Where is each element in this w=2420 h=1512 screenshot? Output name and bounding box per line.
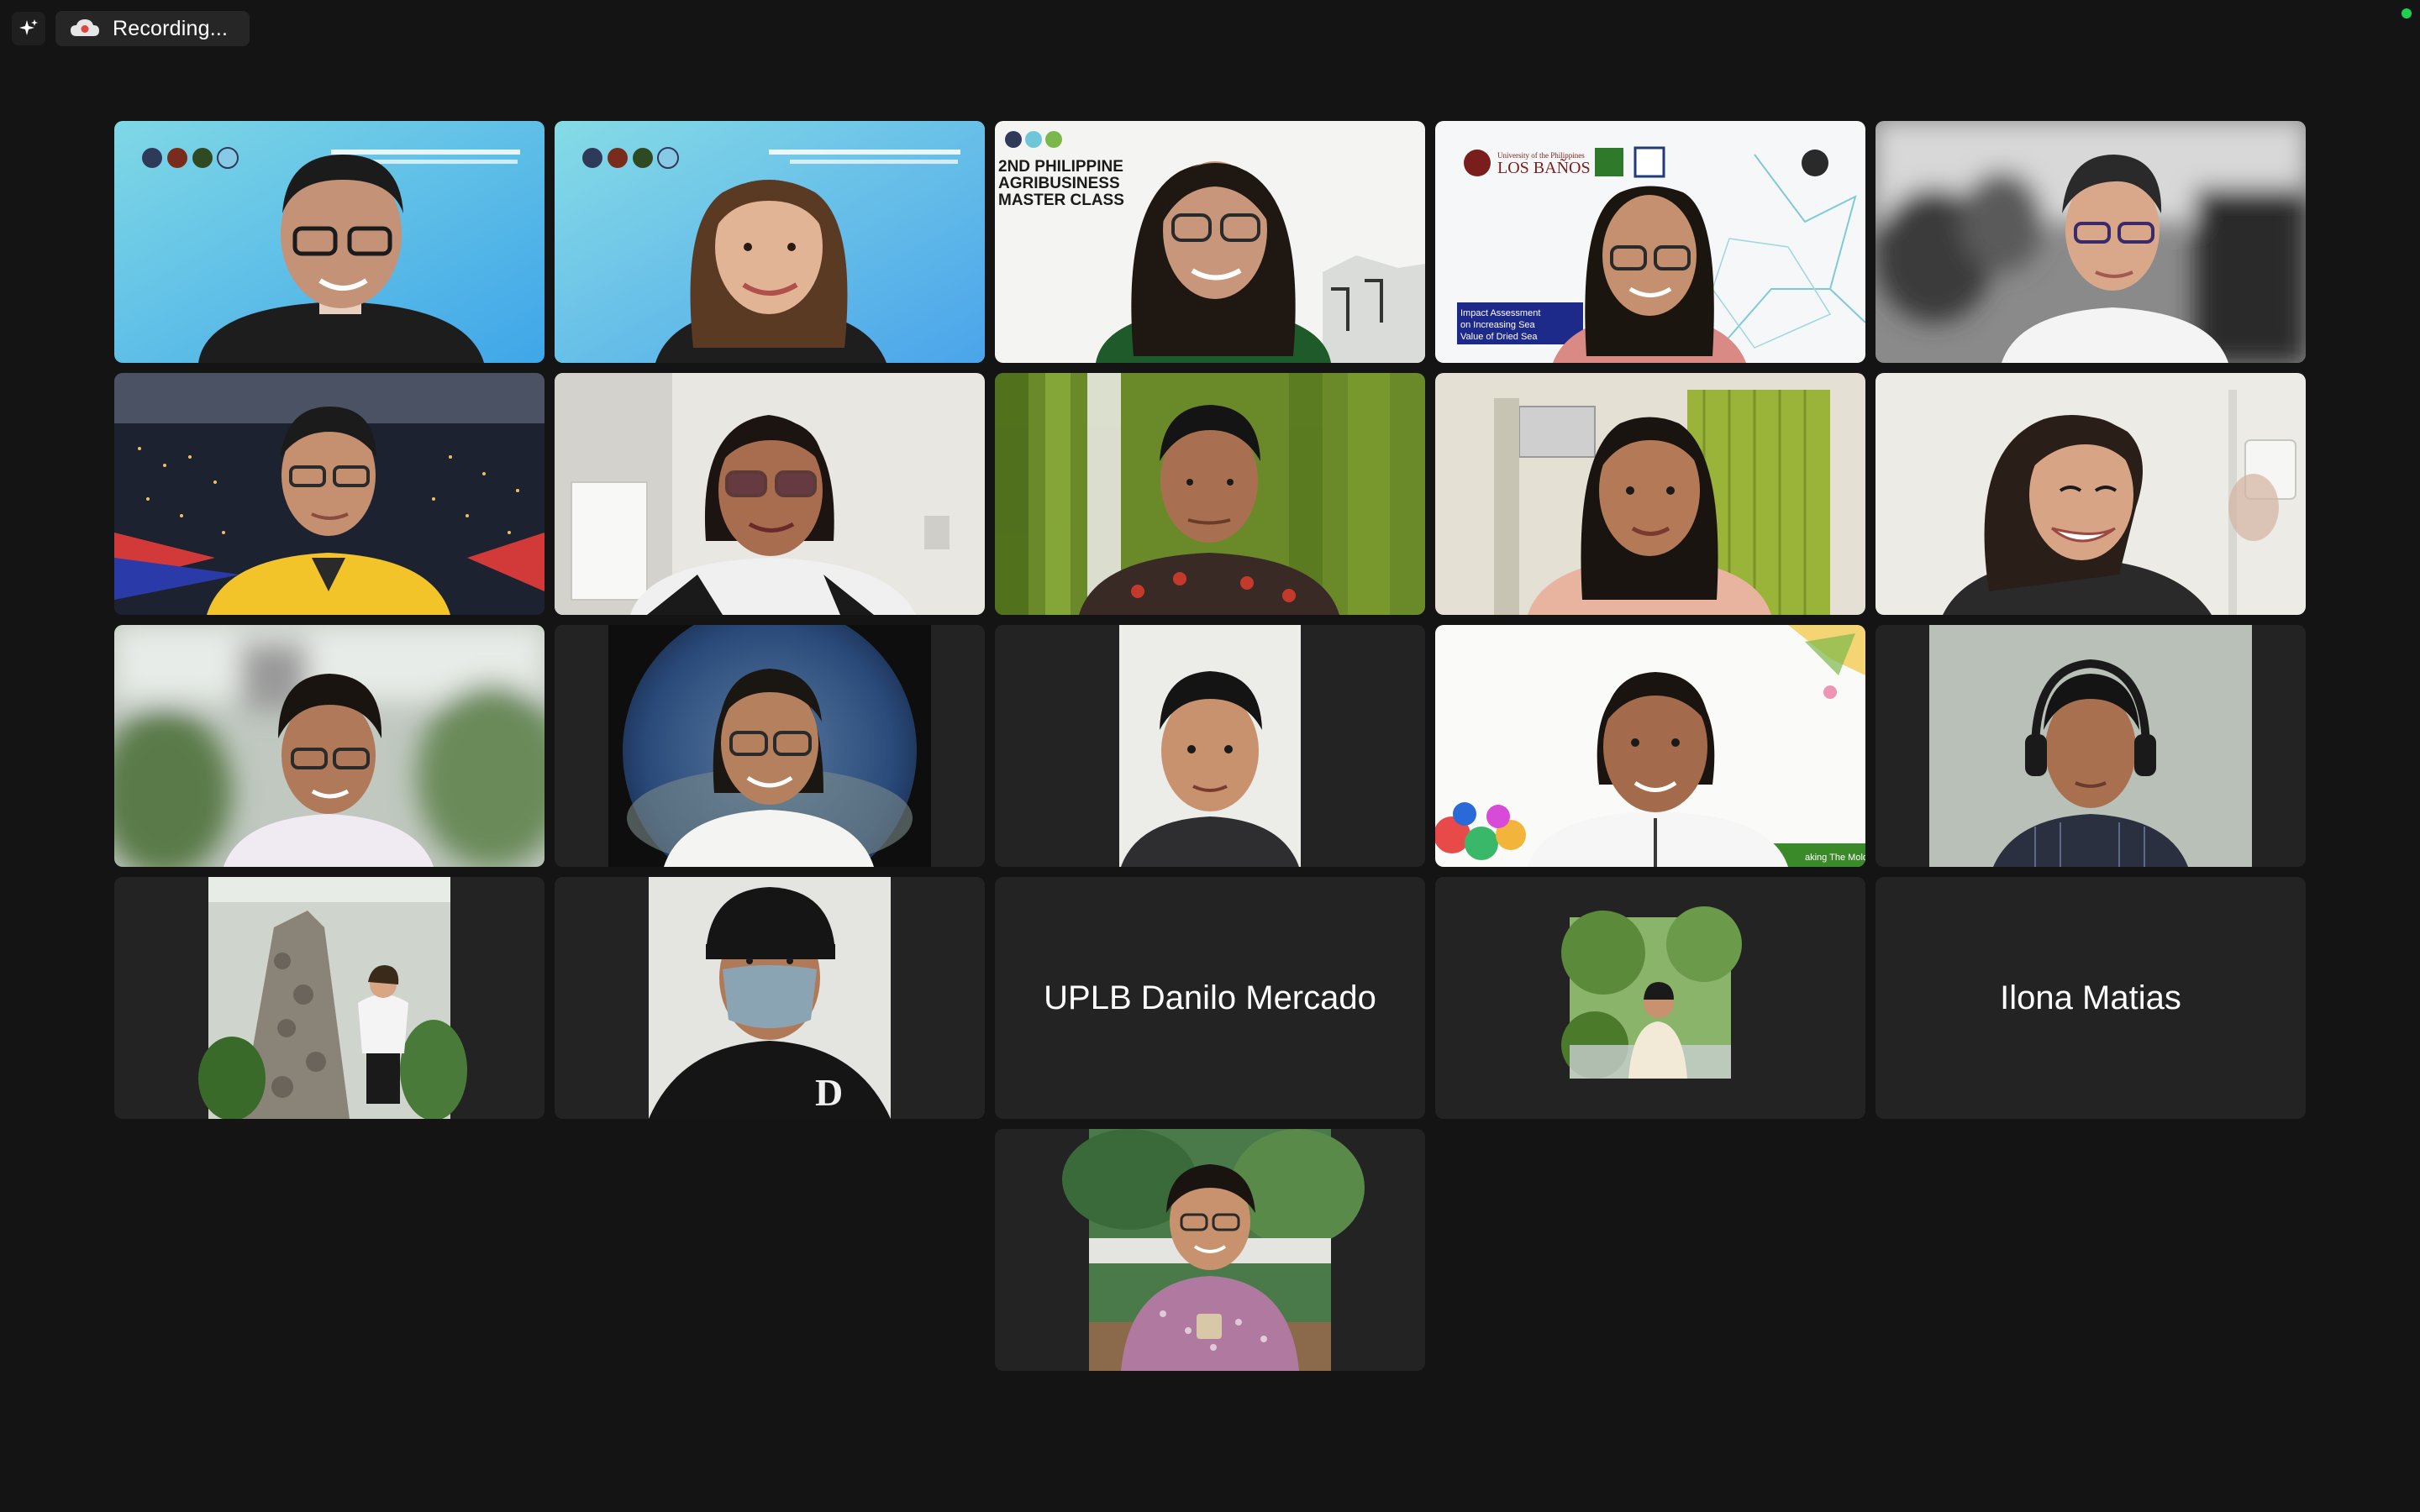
participant-tile-6[interactable] bbox=[114, 373, 544, 615]
participant-tile-4[interactable]: University of the Philippines LOS BAÑOS … bbox=[1435, 121, 1865, 363]
participant-name-20: Ilona Matias bbox=[2000, 979, 2181, 1016]
participant-tile-11[interactable] bbox=[114, 625, 544, 867]
cloud-record-icon bbox=[71, 19, 99, 36]
participant-video-7 bbox=[555, 373, 985, 615]
svg-text:on Increasing Sea: on Increasing Sea bbox=[1460, 320, 1536, 330]
participant-video-6 bbox=[114, 373, 544, 615]
participant-tile-19[interactable] bbox=[1435, 877, 1865, 1119]
participant-name-18: UPLB Danilo Mercado bbox=[1044, 979, 1376, 1016]
participant-tile-15[interactable] bbox=[1876, 625, 2306, 867]
participant-video-4: University of the Philippines LOS BAÑOS … bbox=[1435, 121, 1865, 363]
svg-text:Value of Dried Sea: Value of Dried Sea bbox=[1460, 332, 1538, 342]
participant-tile-2[interactable] bbox=[555, 121, 985, 363]
participant-tile-10[interactable] bbox=[1876, 373, 2306, 615]
participant-video-14: aking The Mold bbox=[1435, 625, 1865, 867]
participant-video-3: 2ND PHILIPPINE AGRIBUSINESS MASTER CLASS bbox=[995, 121, 1425, 363]
recording-indicator[interactable]: Recording... bbox=[55, 11, 250, 46]
svg-text:aking The Mold: aking The Mold bbox=[1805, 853, 1865, 863]
participant-video-2 bbox=[555, 121, 985, 363]
participant-video-8 bbox=[995, 373, 1425, 615]
participant-video-11 bbox=[114, 625, 544, 867]
svg-text:2ND PHILIPPINE: 2ND PHILIPPINE bbox=[998, 158, 1123, 176]
participant-photo-21 bbox=[995, 1129, 1425, 1371]
svg-text:AGRIBUSINESS: AGRIBUSINESS bbox=[998, 175, 1120, 192]
svg-text:Impact Assessment: Impact Assessment bbox=[1460, 308, 1540, 318]
participant-video-1 bbox=[114, 121, 544, 363]
participant-tile-21[interactable] bbox=[995, 1129, 1425, 1371]
participant-photo-16 bbox=[114, 877, 544, 1119]
participant-tile-5[interactable] bbox=[1876, 121, 2306, 363]
status-dot bbox=[2402, 8, 2412, 18]
participant-tile-16[interactable] bbox=[114, 877, 544, 1119]
svg-text:MASTER CLASS: MASTER CLASS bbox=[998, 192, 1124, 209]
participant-tile-18[interactable]: UPLB Danilo Mercado bbox=[995, 877, 1425, 1119]
participant-video-10 bbox=[1876, 373, 2306, 615]
participant-tile-8[interactable] bbox=[995, 373, 1425, 615]
participant-tile-17[interactable]: D bbox=[555, 877, 985, 1119]
participant-video-5 bbox=[1876, 121, 2306, 363]
ai-companion-button[interactable] bbox=[12, 12, 45, 45]
participant-tile-3[interactable]: 2ND PHILIPPINE AGRIBUSINESS MASTER CLASS bbox=[995, 121, 1425, 363]
participant-video-12 bbox=[555, 625, 985, 867]
participant-photo-17: D bbox=[555, 877, 985, 1119]
participant-photo-19 bbox=[1435, 877, 1865, 1119]
sparkle-icon bbox=[19, 19, 38, 35]
participant-video-15 bbox=[1876, 625, 2306, 867]
svg-text:D: D bbox=[815, 1071, 843, 1114]
participant-video-9 bbox=[1435, 373, 1865, 615]
meeting-top-bar: Recording... bbox=[0, 0, 2420, 59]
participant-tile-1[interactable] bbox=[114, 121, 544, 363]
participant-tile-14[interactable]: aking The Mold bbox=[1435, 625, 1865, 867]
participant-tile-9[interactable] bbox=[1435, 373, 1865, 615]
participant-tile-20[interactable]: Ilona Matias bbox=[1876, 877, 2306, 1119]
svg-text:LOS BAÑOS: LOS BAÑOS bbox=[1497, 157, 1591, 177]
recording-label: Recording... bbox=[113, 16, 229, 40]
participant-video-13 bbox=[995, 625, 1425, 867]
participant-tile-12[interactable] bbox=[555, 625, 985, 867]
participant-tile-13[interactable] bbox=[995, 625, 1425, 867]
participant-tile-7[interactable] bbox=[555, 373, 985, 615]
